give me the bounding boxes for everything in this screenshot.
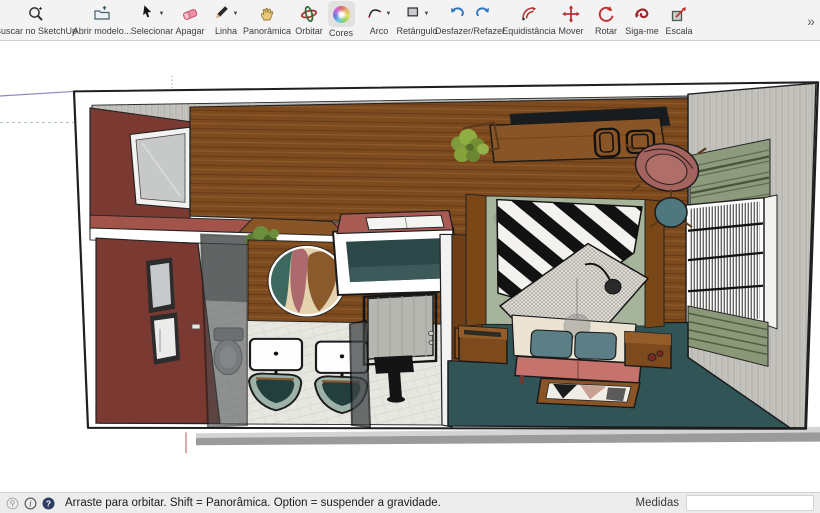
window-frame (764, 195, 777, 329)
status-bar: i ? Arraste para orbitar. Shift = Panorâ… (0, 492, 820, 513)
undo-icon[interactable] (449, 3, 466, 25)
nightstand-left[interactable] (459, 326, 507, 364)
sketchup-window: Buscar no SketchUp Abrir modelo... ▼ Sel… (0, 0, 820, 513)
measurements-input[interactable] (686, 495, 814, 511)
scale-icon (670, 3, 688, 25)
shower-glass (350, 321, 370, 427)
closet-room[interactable] (90, 108, 190, 231)
svg-text:i: i (29, 499, 32, 509)
pillow-left (530, 330, 572, 359)
hanging-lamp (605, 279, 621, 294)
nightstand-right[interactable] (625, 332, 671, 369)
floor-tray[interactable] (537, 378, 640, 407)
window-blinds[interactable] (686, 198, 764, 326)
toolbar: Buscar no SketchUp Abrir modelo... ▼ Sel… (0, 0, 820, 41)
pillow-right (574, 332, 616, 360)
toolbar-overflow-chevron[interactable]: » (807, 13, 813, 29)
vanity-sink-left[interactable] (249, 339, 302, 411)
niche-console[interactable] (333, 211, 456, 295)
search-icon (27, 3, 45, 25)
geolocation-icon[interactable] (6, 497, 19, 510)
measurements-label: Medidas (636, 497, 679, 509)
scale-tool-button[interactable]: Escala (634, 3, 724, 36)
status-hint: Arraste para orbitar. Shift = Panorâmica… (65, 497, 441, 509)
tool-label: Escala (665, 26, 692, 36)
svg-text:?: ? (46, 498, 51, 508)
credits-info-icon[interactable]: i (24, 497, 37, 510)
bedroom[interactable] (448, 83, 816, 428)
model-viewport[interactable] (0, 41, 820, 492)
bathroom[interactable] (96, 211, 456, 427)
model-scene[interactable] (0, 41, 820, 492)
ground-plane-edge[interactable] (196, 427, 820, 445)
help-icon[interactable]: ? (42, 497, 55, 510)
